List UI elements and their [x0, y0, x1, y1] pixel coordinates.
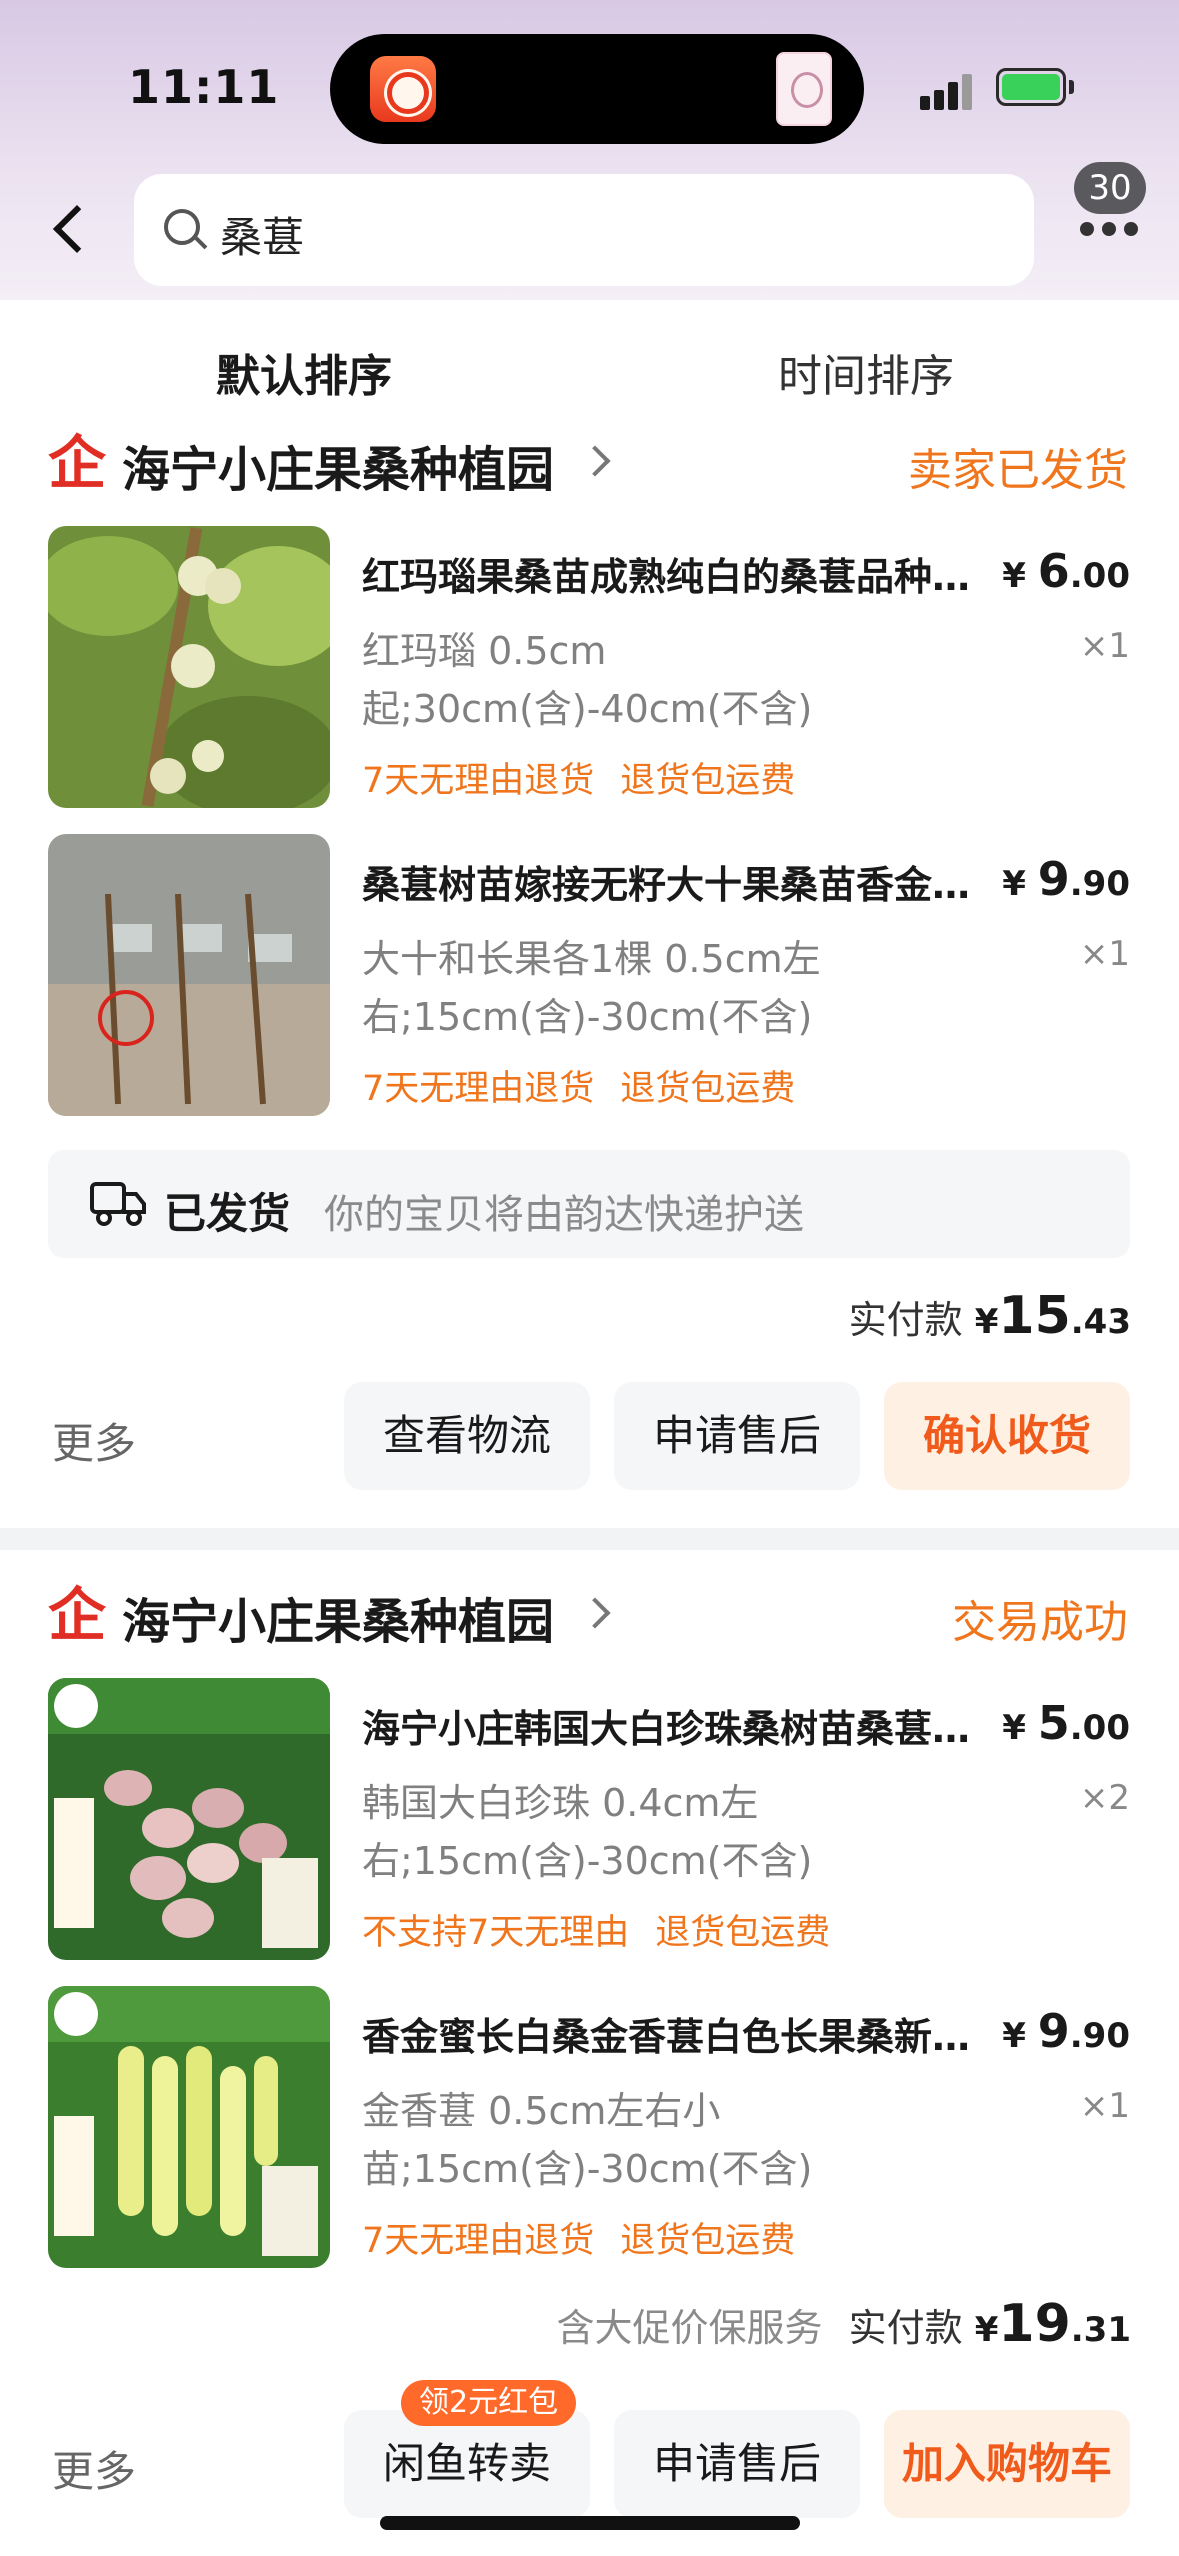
- order-item[interactable]: 海宁小庄韩国大白珍珠桑树苗桑葚… ¥ 5.00 韩国大白珍珠 0.4cm左右;1…: [48, 1678, 1130, 1960]
- product-quantity: ×2: [1079, 1778, 1130, 1818]
- order-item[interactable]: 桑葚树苗嫁接无籽大十果桑苗香金… ¥ 9.90 大十和长果各1棵 0.5cm左右…: [48, 834, 1130, 1116]
- battery-tip: [1069, 80, 1074, 94]
- truck-icon: [90, 1182, 146, 1226]
- chevron-right-icon: [579, 1597, 611, 1629]
- service-tags: 7天无理由退货 退货包运费: [362, 1069, 796, 1109]
- enterprise-shop-icon: 企: [48, 1581, 107, 1649]
- product-price: ¥ 9.90: [1002, 852, 1130, 906]
- enterprise-shop-icon: 企: [48, 429, 107, 497]
- tab-time-sort[interactable]: 时间排序: [778, 340, 954, 404]
- product-image[interactable]: [48, 1678, 330, 1960]
- order-status: 卖家已发货: [908, 445, 1128, 496]
- product-price: ¥ 6.00: [1002, 544, 1130, 598]
- order-item[interactable]: 香金蜜长白桑金香葚白色长果桑新… ¥ 9.90 金香葚 0.5cm左右小苗;15…: [48, 1986, 1130, 2268]
- service-tags: 7天无理由退货 退货包运费: [362, 761, 796, 801]
- more-link[interactable]: 更多: [52, 1410, 136, 1471]
- status-time: 11:11: [128, 60, 280, 114]
- payment-total: 实付款 ¥15.43: [848, 1286, 1131, 1346]
- signal-icon: [920, 70, 980, 110]
- media-thumbnail-icon: [776, 52, 832, 126]
- payment-total: 含大促价保服务 实付款 ¥19.31: [556, 2294, 1132, 2354]
- shipped-label: 已发货: [164, 1189, 291, 1238]
- resell-button[interactable]: 闲鱼转卖: [344, 2410, 590, 2518]
- product-price: ¥ 5.00: [1002, 1696, 1130, 1750]
- app-activity-icon: [370, 56, 436, 122]
- after-sales-button[interactable]: 申请售后: [614, 2410, 860, 2518]
- service-tags: 7天无理由退货 退货包运费: [362, 2221, 796, 2261]
- view-logistics-button[interactable]: 查看物流: [344, 1382, 590, 1490]
- card-divider: [0, 1528, 1179, 1550]
- product-title[interactable]: 香金蜜长白桑金香葚白色长果桑新…: [362, 2006, 1022, 2061]
- search-query[interactable]: 桑葚: [220, 204, 304, 265]
- more-menu-icon[interactable]: [1080, 222, 1140, 236]
- more-count-badge[interactable]: 30: [1074, 162, 1146, 214]
- service-tags: 不支持7天无理由 退货包运费: [362, 1913, 831, 1953]
- order-actions: 更多 闲鱼转卖 申请售后 加入购物车: [48, 2410, 1130, 2518]
- product-spec: 韩国大白珍珠 0.4cm左右;15cm(含)-30cm(不含): [362, 1781, 813, 1883]
- product-image[interactable]: [48, 1986, 330, 2268]
- product-spec: 大十和长果各1棵 0.5cm左右;15cm(含)-30cm(不含): [362, 937, 821, 1039]
- shop-name[interactable]: 海宁小庄果桑种植园: [122, 1582, 554, 1652]
- home-indicator: [380, 2516, 800, 2530]
- shop-header[interactable]: 企 海宁小庄果桑种植园 交易成功: [48, 1580, 1128, 1650]
- order-status: 交易成功: [952, 1597, 1128, 1648]
- back-button[interactable]: [44, 198, 94, 258]
- shop-name[interactable]: 海宁小庄果桑种植园: [122, 430, 554, 500]
- red-packet-badge[interactable]: 领2元红包: [401, 2380, 577, 2426]
- product-image[interactable]: [48, 834, 330, 1116]
- product-title[interactable]: 桑葚树苗嫁接无籽大十果桑苗香金…: [362, 854, 1022, 909]
- product-quantity: ×1: [1079, 2086, 1130, 2126]
- product-title[interactable]: 海宁小庄韩国大白珍珠桑树苗桑葚…: [362, 1698, 1022, 1753]
- search-icon: [164, 209, 200, 245]
- order-actions: 更多 查看物流 申请售后 确认收货: [48, 1382, 1130, 1490]
- after-sales-button[interactable]: 申请售后: [614, 1382, 860, 1490]
- shop-header[interactable]: 企 海宁小庄果桑种植园 卖家已发货: [48, 428, 1128, 498]
- tab-default-sort[interactable]: 默认排序: [216, 340, 392, 404]
- add-to-cart-button[interactable]: 加入购物车: [884, 2410, 1130, 2518]
- confirm-receipt-button[interactable]: 确认收货: [884, 1382, 1130, 1490]
- more-link[interactable]: 更多: [52, 2438, 136, 2499]
- price-protection-note: 含大促价保服务: [556, 2306, 823, 2350]
- product-spec: 金香葚 0.5cm左右小苗;15cm(含)-30cm(不含): [362, 2089, 813, 2191]
- product-title[interactable]: 红玛瑙果桑苗成熟纯白的桑葚品种…: [362, 546, 1022, 601]
- order-item[interactable]: 红玛瑙果桑苗成熟纯白的桑葚品种… ¥ 6.00 红玛瑙 0.5cm起;30cm(…: [48, 526, 1130, 808]
- product-price: ¥ 9.90: [1002, 2004, 1130, 2058]
- chevron-right-icon: [579, 445, 611, 477]
- shipped-text: 你的宝贝将由韵达快递护送: [324, 1192, 804, 1238]
- product-image[interactable]: [48, 526, 330, 808]
- product-spec: 红玛瑙 0.5cm起;30cm(含)-40cm(不含): [362, 629, 813, 731]
- product-quantity: ×1: [1079, 934, 1130, 974]
- product-quantity: ×1: [1079, 626, 1130, 666]
- shipping-status-bar[interactable]: 已发货 你的宝贝将由韵达快递护送: [48, 1150, 1130, 1258]
- battery-icon: [996, 68, 1066, 106]
